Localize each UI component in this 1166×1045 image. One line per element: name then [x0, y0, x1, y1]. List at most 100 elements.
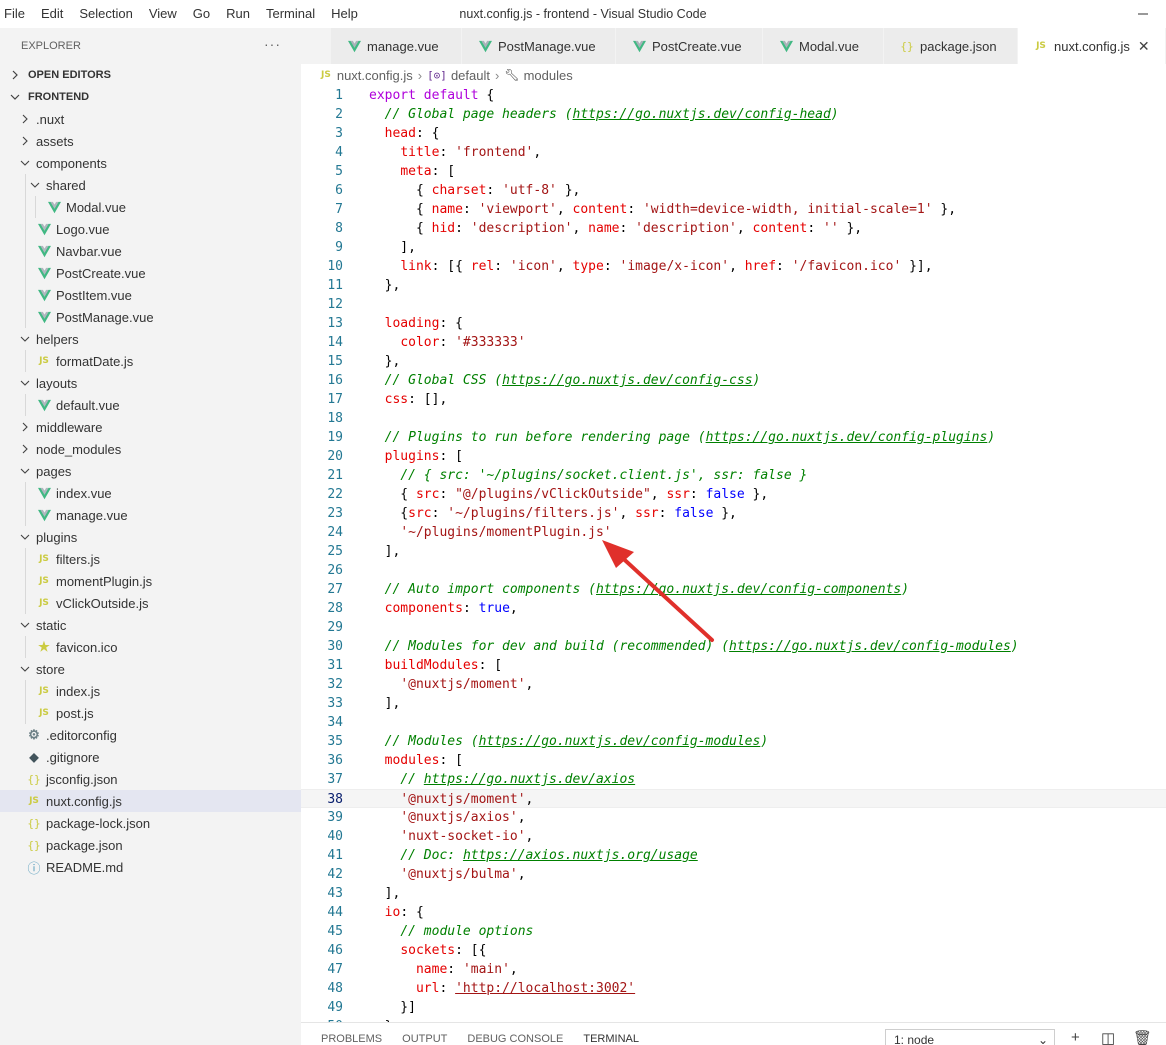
code-token: , [556, 202, 573, 217]
file-item[interactable]: index.vue [0, 482, 301, 504]
breadcrumb-symbol[interactable]: default [451, 68, 490, 83]
menu-edit[interactable]: Edit [33, 0, 71, 28]
folder-item[interactable]: plugins [0, 526, 301, 548]
folder-item[interactable]: assets [0, 130, 301, 152]
menu-terminal[interactable]: Terminal [258, 0, 323, 28]
explorer-header: EXPLORER ··· [0, 28, 301, 64]
line-code: '@nuxtjs/moment', [369, 790, 533, 809]
file-item[interactable]: Navbar.vue [0, 240, 301, 262]
editor-tabs: manage.vue PostManage.vue PostCreate.vue Mo… [301, 28, 1166, 64]
file-item[interactable]: PostItem.vue [0, 284, 301, 306]
code-token: color [400, 335, 440, 350]
file-item[interactable]: default.vue [0, 394, 301, 416]
tab-manage-vue[interactable]: manage.vue [331, 28, 462, 64]
file-item[interactable]: ⚙ .editorconfig [0, 724, 301, 746]
code-line: 22 { src: "@/plugins/vClickOutside", ssr… [301, 485, 1166, 504]
terminal-select[interactable]: 1: node ⌄ [885, 1029, 1055, 1045]
code-editor[interactable]: 1 export default {2 // Global page header… [301, 86, 1166, 1022]
split-terminal-icon[interactable]: ◫ [1101, 1029, 1115, 1045]
file-item[interactable]: JS formatDate.js [0, 350, 301, 372]
line-number: 24 [327, 525, 343, 540]
folder-item[interactable]: store [0, 658, 301, 680]
menu-selection[interactable]: Selection [71, 0, 140, 28]
file-item[interactable]: Modal.vue [0, 196, 301, 218]
folder-item[interactable]: .nuxt [0, 108, 301, 130]
code-token: ) [1010, 639, 1019, 654]
close-icon[interactable]: ✕ [1138, 38, 1150, 55]
breadcrumb-file[interactable]: nuxt.config.js [337, 68, 413, 83]
folder-item[interactable]: middleware [0, 416, 301, 438]
code-token: src [408, 506, 432, 521]
symbol-variable-icon: [⊙] [427, 68, 447, 82]
folder-item[interactable]: layouts [0, 372, 301, 394]
folder-item[interactable]: node_modules [0, 438, 301, 460]
line-number: 3 [335, 126, 343, 141]
panel-tab-output[interactable]: OUTPUT [402, 1033, 447, 1045]
tab-postcreate-vue[interactable]: PostCreate.vue [616, 28, 763, 64]
code-token: : [603, 259, 620, 274]
menu-go[interactable]: Go [185, 0, 218, 28]
code-token: https://axios.nuxtjs.org/usage [462, 848, 698, 863]
code-line: 20 plugins: [ [301, 447, 1166, 466]
folder-item[interactable]: static [0, 614, 301, 636]
file-item[interactable]: manage.vue [0, 504, 301, 526]
line-code: export default { [369, 86, 494, 105]
file-item[interactable]: JS index.js [0, 680, 301, 702]
more-actions-button[interactable]: ··· [264, 36, 281, 52]
line-number: 21 [327, 468, 343, 483]
code-token: '@nuxtjs/moment' [400, 792, 526, 807]
panel-tab-problems[interactable]: PROBLEMS [321, 1033, 382, 1045]
indent-guide [25, 548, 26, 570]
line-number: 6 [335, 183, 343, 198]
folder-item[interactable]: helpers [0, 328, 301, 350]
file-item[interactable]: JS post.js [0, 702, 301, 724]
project-section[interactable]: FRONTEND [0, 86, 301, 108]
file-item[interactable]: PostManage.vue [0, 306, 301, 328]
breadcrumb-property[interactable]: modules [524, 68, 573, 83]
json-file-icon: {} [27, 772, 41, 786]
file-item[interactable]: PostCreate.vue [0, 262, 301, 284]
minimize-button[interactable] [1120, 0, 1166, 28]
file-item[interactable]: {} jsconfig.json [0, 768, 301, 790]
menu-view[interactable]: View [141, 0, 185, 28]
code-token: ], [369, 240, 416, 255]
file-item[interactable]: JS vClickOutside.js [0, 592, 301, 614]
open-editors-section[interactable]: OPEN EDITORS [0, 64, 301, 86]
code-line: 13 loading: { [301, 314, 1166, 333]
file-item[interactable]: JS nuxt.config.js [0, 790, 301, 812]
tab-package-json[interactable]: {} package.json [884, 28, 1018, 64]
folder-item[interactable]: components [0, 152, 301, 174]
code-token: : [ [478, 658, 503, 673]
line-number: 49 [327, 1000, 343, 1015]
code-token: '@nuxtjs/axios' [400, 810, 518, 825]
file-item[interactable]: {} package-lock.json [0, 812, 301, 834]
indent-guide [25, 284, 26, 306]
code-line: 29 [301, 618, 1166, 637]
file-item[interactable]: {} package.json [0, 834, 301, 856]
vue-file-icon [347, 40, 361, 52]
tab-modal-vue[interactable]: Modal.vue [763, 28, 884, 64]
plus-icon[interactable]: + [1071, 1029, 1080, 1045]
tree-item-label: formatDate.js [56, 353, 134, 369]
folder-item[interactable]: pages [0, 460, 301, 482]
file-item[interactable]: Logo.vue [0, 218, 301, 240]
file-item[interactable]: JS filters.js [0, 548, 301, 570]
menu-help[interactable]: Help [323, 0, 366, 28]
file-item[interactable]: JS momentPlugin.js [0, 570, 301, 592]
line-number: 39 [327, 810, 343, 825]
tab-postmanage-vue[interactable]: PostManage.vue [462, 28, 616, 64]
folder-item[interactable]: shared [0, 174, 301, 196]
tab-nuxt-config-js[interactable]: JS nuxt.config.js ✕ [1018, 28, 1166, 64]
file-item[interactable]: ◆ .gitignore [0, 746, 301, 768]
line-code: ], [369, 694, 401, 713]
trash-icon[interactable]: 🗑︎ [1133, 1029, 1152, 1045]
panel-tab-debug-console[interactable]: DEBUG CONSOLE [467, 1033, 563, 1045]
vue-file-icon [632, 40, 646, 52]
panel-tab-terminal[interactable]: TERMINAL [583, 1033, 639, 1045]
menu-run[interactable]: Run [218, 0, 258, 28]
menu-file[interactable]: File [0, 0, 33, 28]
file-item[interactable]: ⓘ README.md [0, 856, 301, 878]
file-item[interactable]: ★ favicon.ico [0, 636, 301, 658]
